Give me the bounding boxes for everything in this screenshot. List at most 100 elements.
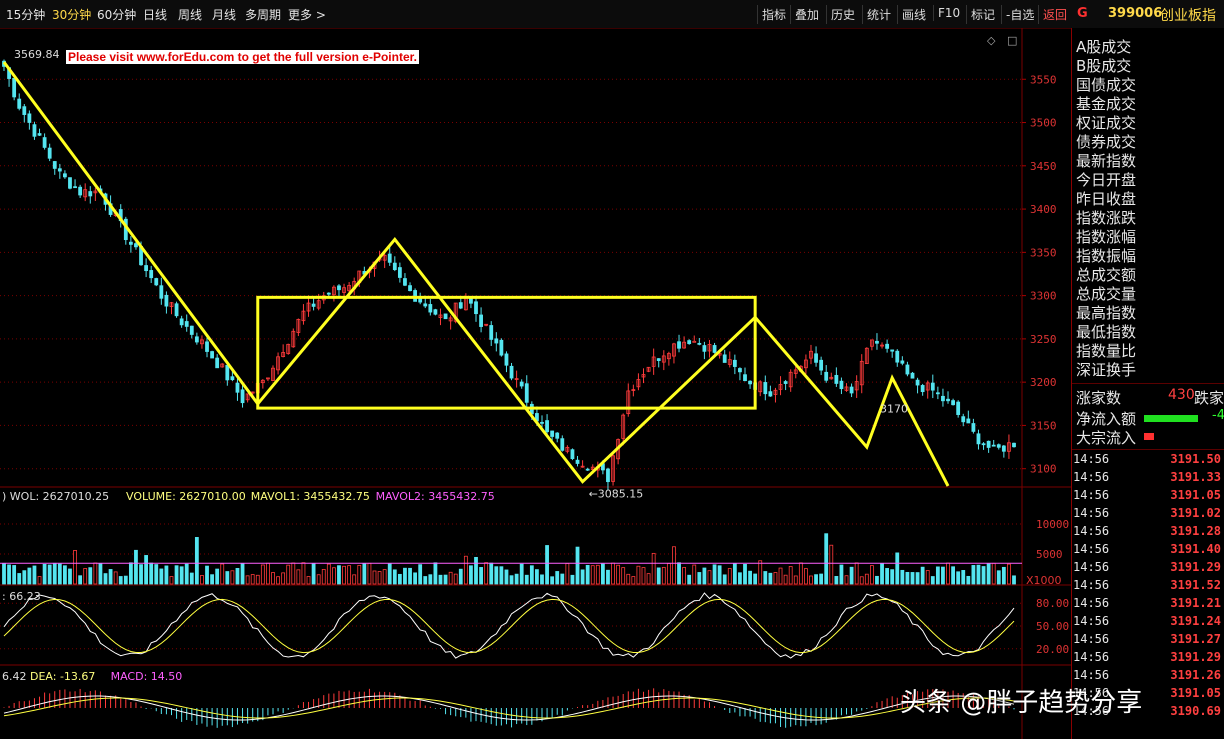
tick-price: 3191.52 [1170, 578, 1221, 592]
tick-price: 3191.02 [1170, 506, 1221, 520]
candle-body [17, 98, 22, 109]
watchlist-button[interactable]: -自选 [1001, 5, 1038, 24]
volume-bar [672, 546, 676, 585]
tab-daily[interactable]: 日线 [143, 6, 167, 23]
volume-bar [915, 572, 920, 585]
volume-bar [164, 565, 169, 585]
side-menu-item[interactable]: 指数量比 [1076, 342, 1136, 361]
tick-price: 3191.29 [1170, 560, 1221, 574]
candle-body [606, 468, 610, 483]
tab-more[interactable]: 更多 > [288, 6, 326, 23]
volume-bar [433, 562, 438, 585]
candle-body [159, 285, 164, 299]
volume-bar [819, 573, 824, 585]
f10-button[interactable]: F10 [933, 5, 964, 21]
side-menu-item[interactable]: 最高指数 [1076, 304, 1136, 323]
volume-bar [331, 567, 336, 585]
candle-body [458, 302, 463, 309]
side-menu-item[interactable]: 今日开盘 [1076, 171, 1136, 190]
volume-unit-label: X1000 [1026, 574, 1062, 587]
restore-icon: ◇ [987, 34, 996, 47]
volume-bar [245, 575, 250, 585]
candle-body [570, 449, 575, 460]
volume-bar [260, 564, 265, 585]
candle-body [910, 372, 915, 379]
candle-body [311, 303, 316, 307]
tab-weekly[interactable]: 周线 [178, 6, 202, 23]
candle-body [697, 342, 702, 345]
back-button[interactable]: 返回 [1038, 5, 1071, 24]
tick-time: 14:56 [1073, 470, 1110, 484]
volume-bar [7, 564, 11, 585]
side-menu-item[interactable]: 深证换手 [1076, 361, 1136, 380]
candle-body [509, 365, 514, 379]
tab-15min[interactable]: 15分钟 [6, 6, 45, 23]
volume-bar [585, 564, 590, 585]
oscillator-tick-label: 80.00 [1036, 597, 1069, 610]
side-menu-item[interactable]: 总成交额 [1076, 266, 1136, 285]
volume-legend-entry: VOLUME: 2627010.00 [126, 490, 246, 503]
tick-time: 14:56 [1073, 668, 1110, 682]
overlay-button[interactable]: 叠加 [790, 5, 823, 24]
candle-body [134, 243, 138, 248]
candle-body [656, 358, 661, 361]
history-button[interactable]: 历史 [826, 5, 859, 24]
volume-bar [560, 573, 565, 585]
tab-multi-period[interactable]: 多周期 [245, 6, 281, 23]
candle-body [1012, 442, 1016, 448]
volume-bar [829, 544, 834, 585]
tick-row: 14:56 3191.33 [1072, 470, 1224, 488]
side-menu-item[interactable]: 昨日收盘 [1076, 190, 1136, 209]
volume-bar [854, 562, 859, 585]
candle-body [971, 423, 976, 432]
candle-body [27, 113, 32, 123]
draw-line-button[interactable]: 画线 [897, 5, 930, 24]
side-menu-item[interactable]: 国债成交 [1076, 76, 1136, 95]
candle-body [687, 340, 692, 345]
volume-bar [382, 569, 387, 585]
volume-bar [235, 568, 240, 585]
volume-bar [687, 574, 692, 585]
net-inflow-value: -4 [1212, 408, 1224, 423]
volume-bar [200, 575, 204, 585]
volume-bar [707, 570, 712, 585]
candle-body [504, 353, 509, 366]
stats-button[interactable]: 统计 [862, 5, 895, 24]
side-menu-item[interactable]: 总成交量 [1076, 285, 1136, 304]
side-menu-item[interactable]: 权证成交 [1076, 114, 1136, 133]
side-menu-item[interactable]: B股成交 [1076, 57, 1131, 76]
volume-bar [255, 574, 260, 585]
volume-bar [403, 567, 407, 585]
tick-time: 14:56 [1073, 542, 1110, 556]
side-menu-item[interactable]: 指数涨跌 [1076, 209, 1136, 228]
volume-bar [616, 564, 621, 585]
side-menu-item[interactable]: A股成交 [1076, 38, 1131, 57]
kline-chart[interactable]: 5000 10000 X1000) WOL: 2627010.25 VOLUME: 2… [0, 28, 1071, 739]
side-menu-item[interactable]: 指数振幅 [1076, 247, 1136, 266]
indicator-button[interactable]: 指标 [757, 5, 790, 24]
side-menu-item[interactable]: 债券成交 [1076, 133, 1136, 152]
volume-bar [169, 576, 174, 585]
side-menu-item[interactable]: 最低指数 [1076, 323, 1136, 342]
volume-bar [57, 563, 62, 585]
side-menu-item[interactable]: 最新指数 [1076, 152, 1136, 171]
candle-body [732, 359, 737, 367]
oscillator-title: : 66.23 [2, 590, 41, 603]
promo-banner[interactable]: Please visit www.forEdu.com to get the f… [66, 50, 419, 64]
volume-bar [159, 568, 164, 585]
volume-bar [844, 575, 849, 585]
mark-button[interactable]: 标记 [966, 5, 999, 24]
tab-monthly[interactable]: 月线 [212, 6, 236, 23]
side-menu-item[interactable]: 指数涨幅 [1076, 228, 1136, 247]
tick-time: 14:56 [1073, 614, 1110, 628]
tab-60min[interactable]: 60分钟 [97, 6, 136, 23]
candle-body [164, 294, 169, 307]
trend-zigzag-line [2, 61, 950, 487]
net-inflow-bar [1144, 415, 1198, 422]
tick-time: 14:56 [1073, 488, 1110, 502]
tab-30min[interactable]: 30分钟 [52, 6, 91, 23]
side-menu-item[interactable]: 基金成交 [1076, 95, 1136, 114]
volume-bar [311, 563, 316, 585]
volume-bar [184, 563, 189, 585]
volume-bar [316, 574, 321, 585]
